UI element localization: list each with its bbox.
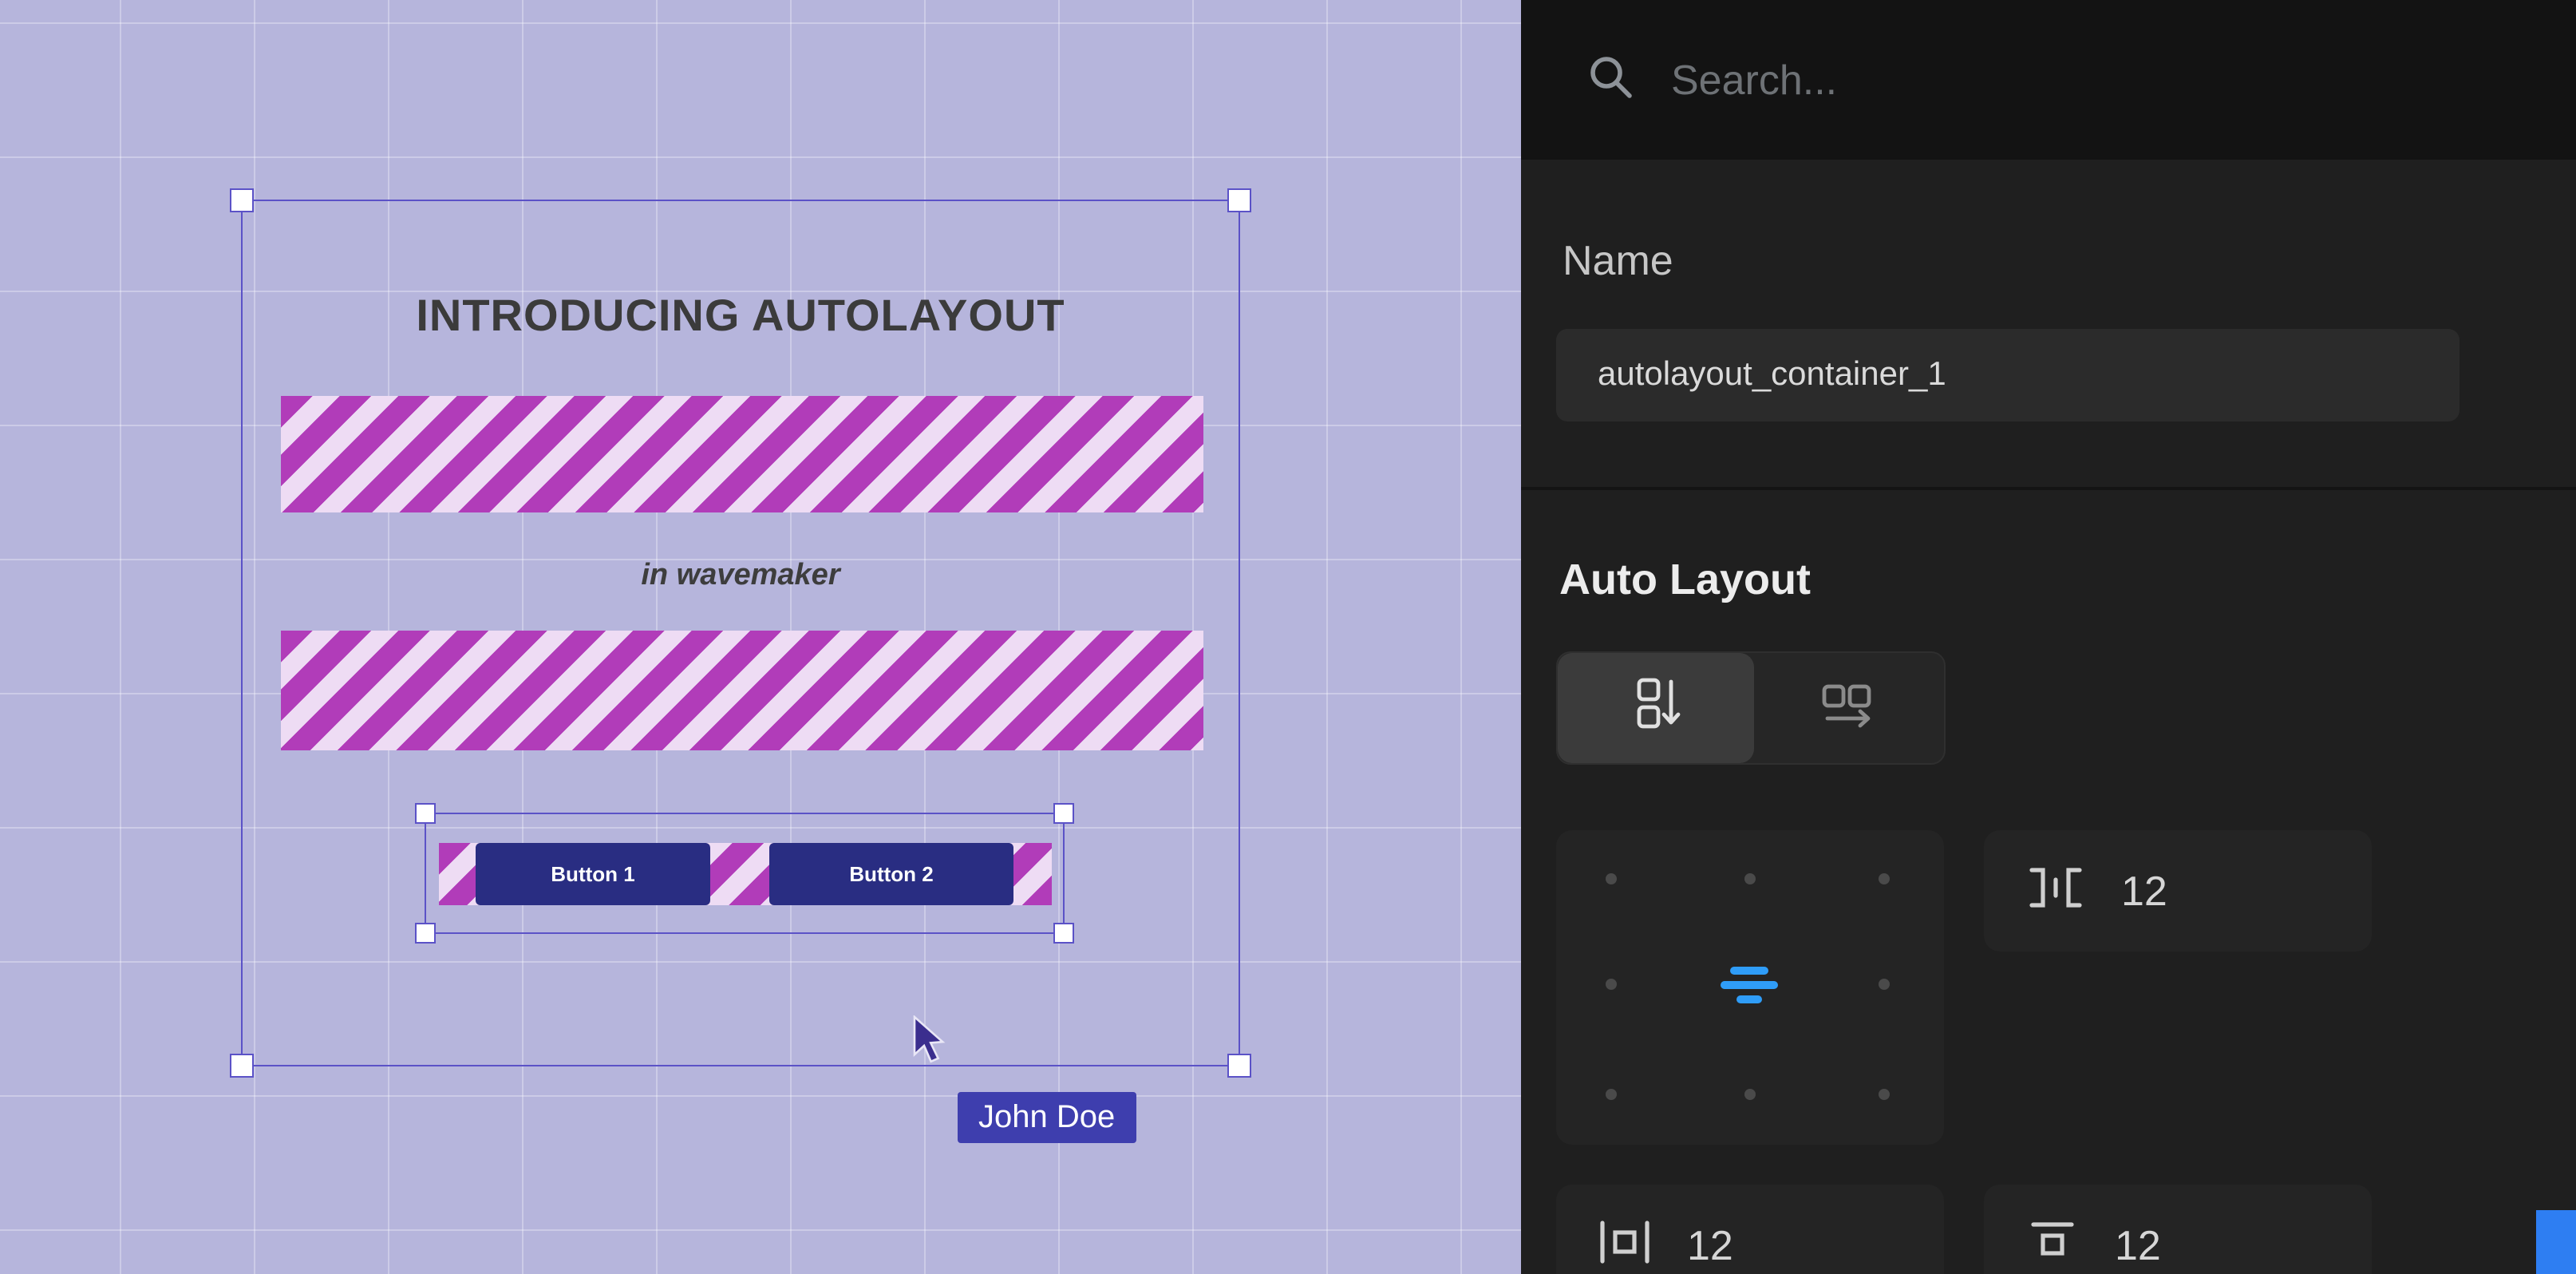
horizontal-padding-control[interactable]: 12 [1556,1185,1944,1274]
placeholder-stripe-block-2[interactable] [281,631,1203,750]
alignment-center-icon [1721,967,1778,1003]
align-dot-middle-right[interactable] [1879,979,1890,990]
vertical-padding-value: 12 [2115,1221,2161,1270]
search-bar[interactable] [1521,0,2576,160]
inner-selection-handle-top-left[interactable] [415,803,436,824]
align-dot-bottom-center[interactable] [1744,1089,1756,1100]
selection-handle-bottom-right[interactable] [1227,1054,1251,1078]
button-1[interactable]: Button 1 [476,843,710,905]
align-dot-top-center[interactable] [1744,873,1756,884]
placeholder-stripe-block-1[interactable] [281,396,1203,512]
selected-button-row[interactable]: Button 1 Button 2 [425,813,1065,934]
section-divider [1521,487,2576,490]
inner-selection-handle-bottom-right[interactable] [1053,923,1074,944]
layout-direction-segmented-control [1556,651,1946,765]
align-dot-bottom-right[interactable] [1879,1089,1890,1100]
selection-handle-bottom-left[interactable] [230,1054,254,1078]
auto-layout-section-title: Auto Layout [1559,556,1811,605]
search-input[interactable] [1668,53,2361,106]
name-input[interactable] [1556,329,2459,421]
vertical-padding-control[interactable]: 12 [1984,1185,2372,1274]
vertical-layout-button[interactable] [1558,653,1754,763]
collaborator-name-label: John Doe [958,1092,1136,1143]
align-dot-bottom-left[interactable] [1606,1089,1617,1100]
align-dot-middle-left[interactable] [1606,979,1617,990]
app-window: INTRODUCING AUTOLAYOUT in wavemaker Butt… [0,0,2576,1274]
button-row-container[interactable]: Button 1 Button 2 [439,843,1052,905]
padding-horizontal-icon [1594,1213,1655,1274]
name-field-label: Name [1563,236,1673,286]
vertical-autolayout-icon [1624,672,1688,744]
frame-subtitle-text[interactable]: in wavemaker [243,559,1239,594]
frame-title-text[interactable]: INTRODUCING AUTOLAYOUT [243,291,1239,342]
selection-handle-top-right[interactable] [1227,188,1251,212]
button-2[interactable]: Button 2 [769,843,1013,905]
align-dot-top-right[interactable] [1879,873,1890,884]
padding-vertical-icon [2022,1213,2083,1274]
properties-panel: Name Auto Layout [1521,0,2576,1274]
search-icon [1585,50,1636,109]
item-spacing-value: 12 [2121,866,2167,916]
item-spacing-control[interactable]: 12 [1984,830,2372,952]
scrollbar-thumb[interactable] [2536,1210,2576,1274]
collaborator-cursor-icon [913,1015,958,1074]
design-canvas[interactable]: INTRODUCING AUTOLAYOUT in wavemaker Butt… [0,0,1521,1274]
horizontal-layout-button[interactable] [1751,653,1944,763]
align-dot-top-left[interactable] [1606,873,1617,884]
horizontal-autolayout-icon [1815,672,1879,744]
horizontal-padding-value: 12 [1687,1221,1733,1270]
inner-selection-handle-top-right[interactable] [1053,803,1074,824]
alignment-pad[interactable] [1556,830,1944,1145]
spacing-between-icon [2022,858,2089,924]
inner-selection-handle-bottom-left[interactable] [415,923,436,944]
selection-handle-top-left[interactable] [230,188,254,212]
selected-frame[interactable]: INTRODUCING AUTOLAYOUT in wavemaker Butt… [241,200,1240,1066]
